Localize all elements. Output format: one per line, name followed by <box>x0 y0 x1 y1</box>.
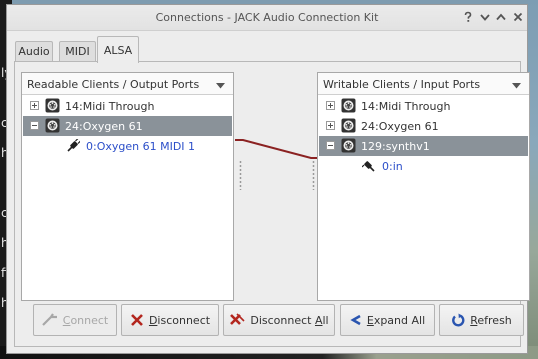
midi-socket-icon <box>361 159 376 176</box>
readable-clients-list[interactable]: Readable Clients / Output Ports 14:Midi … <box>21 72 234 301</box>
refresh-label: Refresh <box>470 313 512 327</box>
sort-caret-icon[interactable] <box>512 79 521 92</box>
client-label: 24:Oxygen 61 <box>361 120 439 133</box>
disconnect-icon <box>130 313 144 327</box>
midi-client-icon <box>341 98 356 116</box>
expand-all-icon <box>350 314 362 326</box>
disconnect-all-button[interactable]: Disconnect All <box>223 304 335 336</box>
splitter-handle[interactable] <box>312 160 315 190</box>
disconnect-all-icon <box>229 313 245 327</box>
writable-client-row[interactable]: 129:synthv1 <box>319 136 528 156</box>
writable-header-label: Writable Clients / Input Ports <box>323 78 481 91</box>
writable-list-header[interactable]: Writable Clients / Input Ports <box>318 73 529 95</box>
refresh-icon <box>451 313 465 327</box>
help-icon[interactable] <box>461 10 475 24</box>
maximize-icon[interactable] <box>494 10 508 24</box>
port-label: 0:Oxygen 61 MIDI 1 <box>86 140 196 153</box>
disconnect-all-label: Disconnect All <box>250 313 329 327</box>
title-bar[interactable]: Connections - JACK Audio Connection Kit <box>7 5 527 31</box>
midi-client-icon <box>45 98 60 116</box>
sort-caret-icon[interactable] <box>216 79 225 92</box>
writable-port-row[interactable]: 0:in <box>319 156 528 176</box>
connect-label: Connect <box>62 313 109 327</box>
client-label: 14:Midi Through <box>65 100 155 113</box>
minimize-icon[interactable] <box>478 10 492 24</box>
client-label: 129:synthv1 <box>361 140 430 153</box>
readable-client-row[interactable]: 24:Oxygen 61 <box>23 116 232 136</box>
connection-line <box>235 139 319 159</box>
expand-icon[interactable] <box>326 101 335 110</box>
collapse-icon[interactable] <box>30 121 39 130</box>
client-label: 14:Midi Through <box>361 100 451 113</box>
connections-window: Connections - JACK Audio Connection Kit … <box>6 4 530 354</box>
writable-clients-list[interactable]: Writable Clients / Input Ports 14:Midi T… <box>317 72 530 301</box>
collapse-icon[interactable] <box>326 141 335 150</box>
readable-header-label: Readable Clients / Output Ports <box>27 78 200 91</box>
readable-list-header[interactable]: Readable Clients / Output Ports <box>22 73 233 95</box>
midi-plug-icon <box>66 138 81 156</box>
connect-icon <box>41 313 58 327</box>
writable-client-row[interactable]: 24:Oxygen 61 <box>319 116 528 136</box>
tab-audio[interactable]: Audio <box>15 41 53 61</box>
readable-port-row[interactable]: 0:Oxygen 61 MIDI 1 <box>23 136 232 156</box>
client-label: 24:Oxygen 61 <box>65 120 143 133</box>
window-title: Connections - JACK Audio Connection Kit <box>155 11 379 24</box>
splitter-handle[interactable] <box>239 160 242 190</box>
readable-client-row[interactable]: 14:Midi Through <box>23 96 232 116</box>
expand-icon[interactable] <box>326 121 335 130</box>
refresh-button[interactable]: Refresh <box>439 304 524 336</box>
expand-icon[interactable] <box>30 101 39 110</box>
close-icon[interactable] <box>511 10 525 24</box>
tab-midi[interactable]: MIDI <box>59 41 96 61</box>
disconnect-label: Disconnect <box>148 313 211 327</box>
port-label: 0:in <box>382 160 403 173</box>
connect-button[interactable]: Connect <box>33 304 117 336</box>
midi-client-icon <box>341 118 356 136</box>
midi-client-icon <box>45 118 60 136</box>
expand-all-label: Expand All <box>366 313 426 327</box>
midi-client-icon <box>341 138 356 156</box>
alsa-connections-pane: Readable Clients / Output Ports 14:Midi … <box>14 61 530 347</box>
tab-alsa[interactable]: ALSA <box>97 36 139 63</box>
expand-all-button[interactable]: Expand All <box>340 304 435 336</box>
disconnect-button[interactable]: Disconnect <box>121 304 219 336</box>
writable-client-row[interactable]: 14:Midi Through <box>319 96 528 116</box>
